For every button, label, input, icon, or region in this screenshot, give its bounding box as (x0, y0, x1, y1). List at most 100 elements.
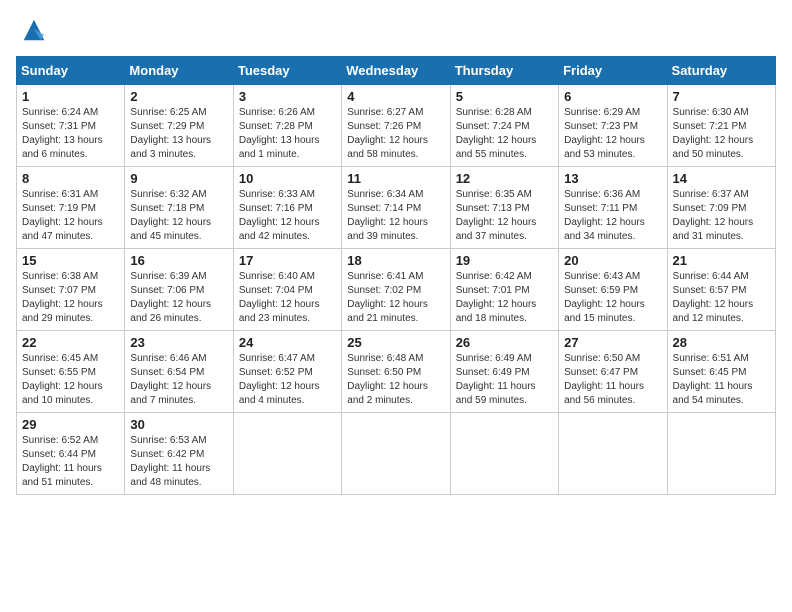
day-number: 5 (456, 89, 553, 104)
empty-cell (450, 413, 558, 495)
column-header-friday: Friday (559, 57, 667, 85)
calendar-day-cell: 14Sunrise: 6:37 AMSunset: 7:09 PMDayligh… (667, 167, 775, 249)
empty-cell (667, 413, 775, 495)
day-number: 27 (564, 335, 661, 350)
calendar-week-row: 8 Sunrise: 6:31 AMSunset: 7:19 PMDaylight… (17, 167, 776, 249)
calendar-day-cell: 13 Sunrise: 6:36 AMSunset: 7:11 PMDayligh… (559, 167, 667, 249)
day-info: Sunrise: 6:49 AMSunset: 6:49 PMDaylight:… (456, 352, 553, 408)
day-number: 11 (347, 171, 444, 186)
day-number: 10 (239, 171, 336, 186)
calendar-day-cell: 27 Sunrise: 6:50 AMSunset: 6:47 PMDayligh… (559, 331, 667, 413)
day-number: 25 (347, 335, 444, 350)
day-info: Sunrise: 6:33 AMSunset: 7:16 PMDaylight:… (239, 188, 336, 244)
empty-cell (233, 413, 341, 495)
column-header-sunday: Sunday (17, 57, 125, 85)
calendar-day-cell: 21 Sunrise: 6:44 AMSunset: 6:57 PMDayligh… (667, 249, 775, 331)
calendar-week-row: 15 Sunrise: 6:38 AMSunset: 7:07 PMDayligh… (17, 249, 776, 331)
calendar-day-cell: 17 Sunrise: 6:40 AMSunset: 7:04 PMDayligh… (233, 249, 341, 331)
day-number: 8 (22, 171, 119, 186)
day-number: 17 (239, 253, 336, 268)
day-info: Sunrise: 6:40 AMSunset: 7:04 PMDaylight:… (239, 270, 336, 326)
day-info: Sunrise: 6:29 AMSunset: 7:23 PMDaylight:… (564, 106, 661, 162)
day-info: Sunrise: 6:25 AMSunset: 7:29 PMDaylight:… (130, 106, 227, 162)
day-number: 9 (130, 171, 227, 186)
day-number: 19 (456, 253, 553, 268)
day-info: Sunrise: 6:50 AMSunset: 6:47 PMDaylight:… (564, 352, 661, 408)
day-number: 14 (673, 171, 770, 186)
day-info: Sunrise: 6:24 AMSunset: 7:31 PMDaylight:… (22, 106, 119, 162)
calendar-week-row: 1 Sunrise: 6:24 AMSunset: 7:31 PMDaylight… (17, 85, 776, 167)
calendar-day-cell: 18Sunrise: 6:41 AMSunset: 7:02 PMDayligh… (342, 249, 450, 331)
day-info: Sunrise: 6:32 AMSunset: 7:18 PMDaylight:… (130, 188, 227, 244)
day-number: 1 (22, 89, 119, 104)
day-number: 3 (239, 89, 336, 104)
calendar-day-cell: 29 Sunrise: 6:52 AMSunset: 6:44 PMDayligh… (17, 413, 125, 495)
empty-cell (559, 413, 667, 495)
day-number: 13 (564, 171, 661, 186)
day-number: 2 (130, 89, 227, 104)
day-info: Sunrise: 6:31 AMSunset: 7:19 PMDaylight:… (22, 188, 119, 244)
day-number: 6 (564, 89, 661, 104)
calendar-day-cell: 11 Sunrise: 6:34 AMSunset: 7:14 PMDayligh… (342, 167, 450, 249)
day-info: Sunrise: 6:52 AMSunset: 6:44 PMDaylight:… (22, 434, 119, 490)
calendar-day-cell: 15 Sunrise: 6:38 AMSunset: 7:07 PMDayligh… (17, 249, 125, 331)
day-number: 28 (673, 335, 770, 350)
day-number: 24 (239, 335, 336, 350)
day-number: 12 (456, 171, 553, 186)
calendar-table: SundayMondayTuesdayWednesdayThursdayFrid… (16, 56, 776, 495)
column-header-thursday: Thursday (450, 57, 558, 85)
day-number: 30 (130, 417, 227, 432)
day-number: 18 (347, 253, 444, 268)
day-number: 4 (347, 89, 444, 104)
day-info: Sunrise: 6:53 AMSunset: 6:42 PMDaylight:… (130, 434, 227, 490)
day-number: 22 (22, 335, 119, 350)
calendar-day-cell: 24 Sunrise: 6:47 AMSunset: 6:52 PMDayligh… (233, 331, 341, 413)
day-info: Sunrise: 6:46 AMSunset: 6:54 PMDaylight:… (130, 352, 227, 408)
day-info: Sunrise: 6:51 AMSunset: 6:45 PMDaylight:… (673, 352, 770, 408)
calendar-day-cell: 23 Sunrise: 6:46 AMSunset: 6:54 PMDayligh… (125, 331, 233, 413)
column-header-saturday: Saturday (667, 57, 775, 85)
day-info: Sunrise: 6:38 AMSunset: 7:07 PMDaylight:… (22, 270, 119, 326)
calendar-day-cell: 22 Sunrise: 6:45 AMSunset: 6:55 PMDayligh… (17, 331, 125, 413)
day-info: Sunrise: 6:30 AMSunset: 7:21 PMDaylight:… (673, 106, 770, 162)
day-info: Sunrise: 6:47 AMSunset: 6:52 PMDaylight:… (239, 352, 336, 408)
calendar-day-cell: 20Sunrise: 6:43 AMSunset: 6:59 PMDayligh… (559, 249, 667, 331)
calendar-day-cell: 7 Sunrise: 6:30 AMSunset: 7:21 PMDaylight… (667, 85, 775, 167)
day-info: Sunrise: 6:36 AMSunset: 7:11 PMDaylight:… (564, 188, 661, 244)
day-number: 7 (673, 89, 770, 104)
day-info: Sunrise: 6:28 AMSunset: 7:24 PMDaylight:… (456, 106, 553, 162)
calendar-week-row: 29 Sunrise: 6:52 AMSunset: 6:44 PMDayligh… (17, 413, 776, 495)
day-info: Sunrise: 6:42 AMSunset: 7:01 PMDaylight:… (456, 270, 553, 326)
calendar-day-cell: 1 Sunrise: 6:24 AMSunset: 7:31 PMDaylight… (17, 85, 125, 167)
calendar-day-cell: 26 Sunrise: 6:49 AMSunset: 6:49 PMDayligh… (450, 331, 558, 413)
logo-icon (20, 16, 48, 44)
calendar-day-cell: 5 Sunrise: 6:28 AMSunset: 7:24 PMDaylight… (450, 85, 558, 167)
day-number: 16 (130, 253, 227, 268)
calendar-day-cell: 30 Sunrise: 6:53 AMSunset: 6:42 PMDayligh… (125, 413, 233, 495)
day-info: Sunrise: 6:35 AMSunset: 7:13 PMDaylight:… (456, 188, 553, 244)
day-info: Sunrise: 6:44 AMSunset: 6:57 PMDaylight:… (673, 270, 770, 326)
calendar-week-row: 22 Sunrise: 6:45 AMSunset: 6:55 PMDayligh… (17, 331, 776, 413)
calendar-day-cell: 25 Sunrise: 6:48 AMSunset: 6:50 PMDayligh… (342, 331, 450, 413)
day-info: Sunrise: 6:34 AMSunset: 7:14 PMDaylight:… (347, 188, 444, 244)
day-info: Sunrise: 6:48 AMSunset: 6:50 PMDaylight:… (347, 352, 444, 408)
day-info: Sunrise: 6:45 AMSunset: 6:55 PMDaylight:… (22, 352, 119, 408)
column-header-tuesday: Tuesday (233, 57, 341, 85)
day-number: 26 (456, 335, 553, 350)
calendar-day-cell: 19 Sunrise: 6:42 AMSunset: 7:01 PMDayligh… (450, 249, 558, 331)
page-header (16, 16, 776, 44)
calendar-day-cell: 12 Sunrise: 6:35 AMSunset: 7:13 PMDayligh… (450, 167, 558, 249)
day-info: Sunrise: 6:26 AMSunset: 7:28 PMDaylight:… (239, 106, 336, 162)
day-info: Sunrise: 6:27 AMSunset: 7:26 PMDaylight:… (347, 106, 444, 162)
calendar-day-cell: 8 Sunrise: 6:31 AMSunset: 7:19 PMDaylight… (17, 167, 125, 249)
calendar-day-cell: 28 Sunrise: 6:51 AMSunset: 6:45 PMDayligh… (667, 331, 775, 413)
day-number: 23 (130, 335, 227, 350)
day-number: 15 (22, 253, 119, 268)
day-number: 21 (673, 253, 770, 268)
logo (16, 16, 48, 44)
calendar-day-cell: 3 Sunrise: 6:26 AMSunset: 7:28 PMDaylight… (233, 85, 341, 167)
calendar-day-cell: 16Sunrise: 6:39 AMSunset: 7:06 PMDayligh… (125, 249, 233, 331)
column-header-monday: Monday (125, 57, 233, 85)
day-number: 29 (22, 417, 119, 432)
day-number: 20 (564, 253, 661, 268)
